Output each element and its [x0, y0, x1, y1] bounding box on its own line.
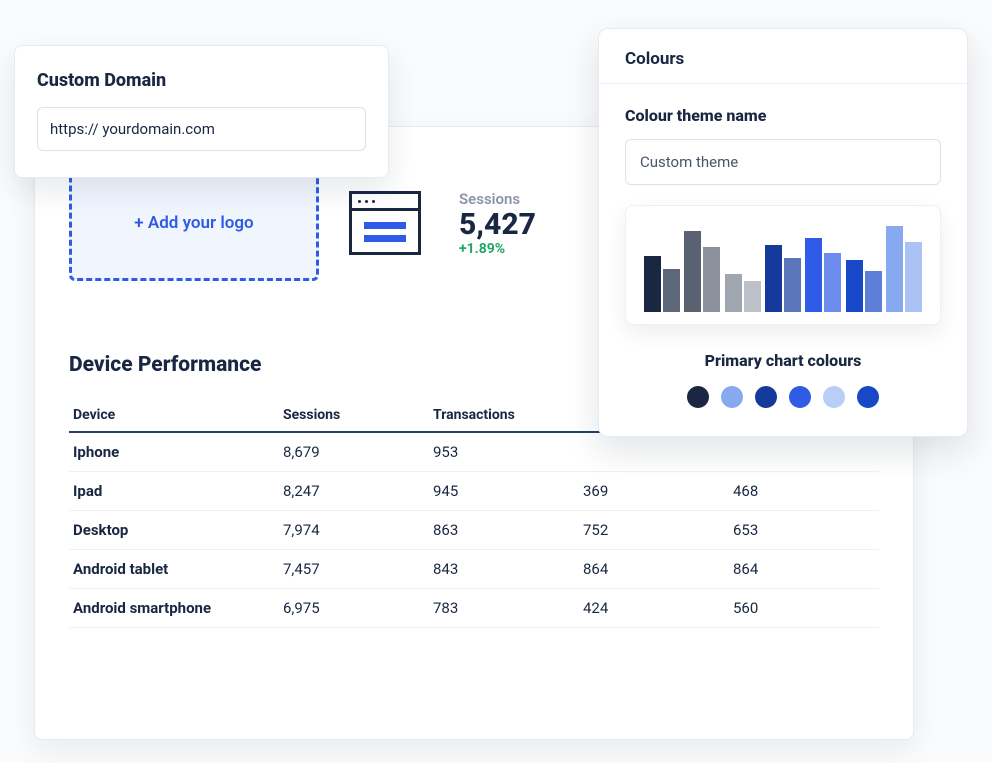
- custom-domain-title: Custom Domain: [37, 70, 366, 91]
- cell-transactions: 843: [429, 550, 579, 589]
- bar-series-b: [865, 271, 882, 312]
- theme-name-label: Colour theme name: [625, 106, 941, 125]
- bar-series-b: [703, 247, 720, 312]
- bar-series-a: [684, 231, 701, 312]
- colours-heading: Colours: [599, 29, 967, 84]
- sessions-delta: +1.89%: [459, 241, 536, 257]
- cell-c4: 369: [579, 472, 729, 511]
- cell-transactions: 945: [429, 472, 579, 511]
- th-transactions: Transactions: [429, 399, 579, 432]
- table-row: Ipad 8,247 945 369 468: [69, 472, 879, 511]
- theme-preview-chart: [625, 205, 941, 325]
- cell-transactions: 953: [429, 432, 579, 472]
- cell-device: Android tablet: [69, 550, 279, 589]
- bar-pair: [805, 238, 841, 312]
- colour-swatch[interactable]: [823, 386, 845, 408]
- table-row: Android tablet 7,457 843 864 864: [69, 550, 879, 589]
- custom-domain-card: Custom Domain: [14, 45, 389, 178]
- bar-series-b: [744, 281, 761, 312]
- bar-pair: [644, 256, 680, 312]
- bar-series-b: [663, 269, 680, 312]
- cell-c4: [579, 432, 729, 472]
- cell-device: Iphone: [69, 432, 279, 472]
- cell-device: Android smartphone: [69, 589, 279, 628]
- bar-chart: [644, 222, 922, 312]
- sessions-value: 5,427: [459, 208, 536, 241]
- bar-series-a: [725, 274, 742, 312]
- cell-sessions: 8,247: [279, 472, 429, 511]
- sessions-metric: Sessions 5,427 +1.89%: [459, 190, 536, 257]
- bar-pair: [765, 245, 801, 313]
- bar-series-b: [784, 258, 801, 312]
- colours-card: Colours Colour theme name Primary chart …: [598, 28, 968, 437]
- cell-device: Desktop: [69, 511, 279, 550]
- cell-sessions: 8,679: [279, 432, 429, 472]
- bar-series-a: [644, 256, 661, 312]
- primary-colour-swatches: [625, 386, 941, 408]
- cell-c4: 752: [579, 511, 729, 550]
- cell-c5: 560: [729, 589, 879, 628]
- cell-c5: 653: [729, 511, 879, 550]
- table-row: Iphone 8,679 953: [69, 432, 879, 472]
- bar-series-b: [824, 253, 841, 312]
- bar-series-a: [805, 238, 822, 312]
- cell-device: Ipad: [69, 472, 279, 511]
- cell-sessions: 7,974: [279, 511, 429, 550]
- colour-swatch[interactable]: [755, 386, 777, 408]
- bar-series-b: [905, 242, 922, 312]
- sessions-label: Sessions: [459, 190, 536, 208]
- bar-series-a: [765, 245, 782, 313]
- cell-transactions: 863: [429, 511, 579, 550]
- colour-swatch[interactable]: [857, 386, 879, 408]
- bar-pair: [846, 260, 882, 312]
- colour-swatch[interactable]: [687, 386, 709, 408]
- cell-transactions: 783: [429, 589, 579, 628]
- cell-c5: [729, 432, 879, 472]
- cell-c5: 864: [729, 550, 879, 589]
- table-row: Android smartphone 6,975 783 424 560: [69, 589, 879, 628]
- th-device: Device: [69, 399, 279, 432]
- bar-pair: [684, 231, 720, 312]
- colour-swatch[interactable]: [721, 386, 743, 408]
- cell-c4: 424: [579, 589, 729, 628]
- custom-domain-input[interactable]: [37, 107, 366, 151]
- table-row: Desktop 7,974 863 752 653: [69, 511, 879, 550]
- browser-icon: [349, 191, 421, 255]
- colour-swatch[interactable]: [789, 386, 811, 408]
- bar-pair: [886, 226, 922, 312]
- cell-sessions: 7,457: [279, 550, 429, 589]
- cell-c5: 468: [729, 472, 879, 511]
- th-sessions: Sessions: [279, 399, 429, 432]
- cell-sessions: 6,975: [279, 589, 429, 628]
- bar-pair: [725, 274, 761, 312]
- colours-body: Colour theme name Primary chart colours: [599, 84, 967, 436]
- add-logo-label: + Add your logo: [134, 213, 253, 233]
- bar-series-a: [886, 226, 903, 312]
- cell-c4: 864: [579, 550, 729, 589]
- bar-series-a: [846, 260, 863, 312]
- theme-name-input[interactable]: [625, 139, 941, 185]
- primary-colours-label: Primary chart colours: [625, 351, 941, 370]
- add-logo-dropzone[interactable]: + Add your logo: [69, 165, 319, 281]
